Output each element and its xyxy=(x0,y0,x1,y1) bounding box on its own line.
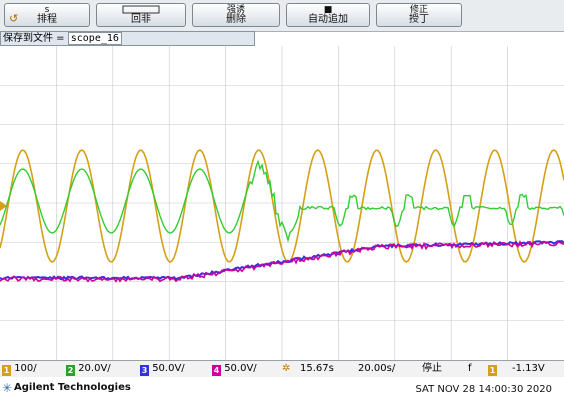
timestamp: SAT NOV 28 14:00:30 2020 xyxy=(415,384,552,395)
trigger-chip: 1 xyxy=(488,365,497,376)
ch1-scale-text: 100/ xyxy=(14,363,36,374)
softkey-label-bottom: 回非 xyxy=(97,14,185,25)
trigger-level[interactable]: -1.13V xyxy=(512,361,545,377)
waveform-display xyxy=(0,46,564,360)
ch1-scale[interactable]: 1 100/ xyxy=(2,361,37,377)
softkey-label-bottom: 删除 xyxy=(193,14,279,25)
status-bar: 1 100/ 2 20.0V/ 3 50.0V/ 4 50.0V/ ✲ 15.6… xyxy=(0,360,564,377)
filename-field[interactable]: scope_16 xyxy=(68,32,122,45)
waveform-svg xyxy=(0,46,564,360)
brand-name: Agilent Technologies xyxy=(14,382,131,393)
run-state: 停止 xyxy=(422,361,442,377)
trigger-slope: f xyxy=(468,361,472,377)
softkey-label-bottom: 自动追加 xyxy=(287,14,369,25)
save-to-file-line[interactable]: 保存到文件 = scope_16 xyxy=(0,31,255,46)
softkey-delete-button[interactable]: 强诱 删除 xyxy=(192,3,280,27)
softkey-edit-button[interactable]: 修正 授丁 xyxy=(376,3,462,27)
softkey-label-bottom: 授丁 xyxy=(377,14,461,25)
ch2-scale[interactable]: 2 20.0V/ xyxy=(66,361,111,377)
ch3-scale-text: 50.0V/ xyxy=(152,363,184,374)
ch3-scale[interactable]: 3 50.0V/ xyxy=(140,361,185,377)
agilent-logo-icon: ✳ xyxy=(2,381,12,395)
softkey-back-button[interactable]: 回非 xyxy=(96,3,186,27)
trigger-source[interactable]: 1 xyxy=(488,361,497,377)
save-to-file-label: 保存到文件 = xyxy=(3,33,65,44)
softkey-toolbar: s ↺ 排程 回非 强诱 删除 ■ 自动追加 修正 授丁 xyxy=(0,0,564,32)
ch4-scale-text: 50.0V/ xyxy=(224,363,256,374)
ch1-chip: 1 xyxy=(2,365,11,376)
softkey-autoincrement-button[interactable]: ■ 自动追加 xyxy=(286,3,370,27)
ch4-chip: 4 xyxy=(212,365,221,376)
delay-icon: ✲ xyxy=(282,361,290,377)
ch2-chip: 2 xyxy=(66,365,75,376)
delay-value[interactable]: 15.67s xyxy=(300,361,334,377)
footer: ✳ Agilent Technologies SAT NOV 28 14:00:… xyxy=(0,377,564,405)
ch2-scale-text: 20.0V/ xyxy=(78,363,110,374)
softkey-label-bottom: 排程 xyxy=(5,14,89,25)
ch3-chip: 3 xyxy=(140,365,149,376)
ch4-scale[interactable]: 4 50.0V/ xyxy=(212,361,257,377)
timebase-value[interactable]: 20.00s/ xyxy=(358,361,395,377)
softkey-undo-button[interactable]: s ↺ 排程 xyxy=(4,3,90,27)
